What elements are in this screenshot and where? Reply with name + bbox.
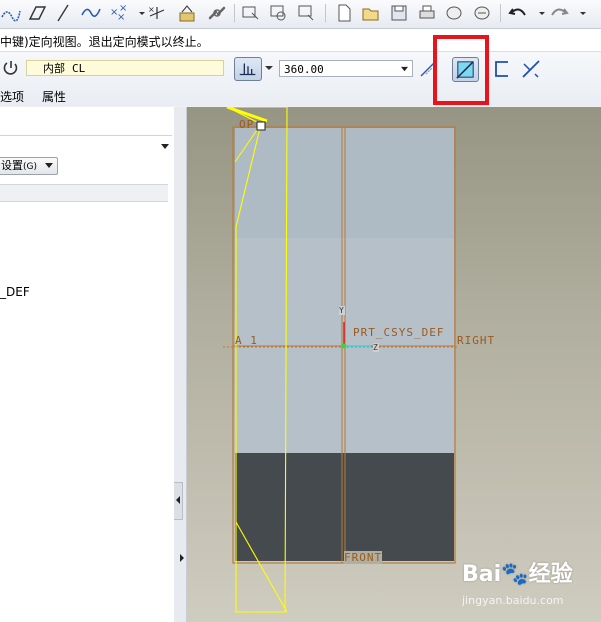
reference-value: CL <box>72 62 86 75</box>
reference-prefix: 内部 <box>43 62 65 75</box>
toolbar-separator <box>325 4 326 22</box>
dashboard: 内部 CL 360.00 选项 属性 <box>0 52 601 106</box>
saved-views-icon[interactable] <box>268 3 290 23</box>
email-link-icon[interactable] <box>471 3 493 23</box>
analysis-feature-icon[interactable] <box>176 3 198 23</box>
csys-label: PRT_CSYS_DEF <box>353 326 445 339</box>
bracket-plane-icon[interactable] <box>493 60 511 78</box>
open-folder-icon[interactable] <box>360 3 382 23</box>
datum-curve-icon[interactable] <box>80 3 102 23</box>
spin-center-icon[interactable] <box>296 3 318 23</box>
angle-type-button[interactable] <box>234 57 262 81</box>
flip-arrows-icon[interactable] <box>520 59 542 79</box>
undo-icon[interactable] <box>507 3 529 23</box>
graphics-viewport[interactable]: OP A_1 PRT_CSYS_DEF RIGHT FRONT Y Z <box>187 107 601 622</box>
datum-axis-icon[interactable] <box>52 3 74 23</box>
watermark-logo-suffix: 经验 <box>528 562 573 587</box>
main-toolbar: × × × × <box>0 0 601 29</box>
angle-value-combo[interactable]: 360.00 <box>279 60 413 77</box>
chain-link-icon[interactable] <box>206 3 228 23</box>
settings-label: 设置 <box>1 159 23 172</box>
tree-header <box>0 184 168 202</box>
front-plane-label: FRONT <box>344 551 383 564</box>
chevron-down-icon[interactable] <box>264 62 274 72</box>
datum-plane-icon[interactable] <box>26 3 48 23</box>
annotation-highlight-box <box>433 35 489 105</box>
paw-icon: 🐾 <box>501 562 529 587</box>
svg-text:×: × <box>148 5 155 14</box>
new-file-icon[interactable] <box>333 3 355 23</box>
chevron-down-icon[interactable] <box>131 3 145 23</box>
status-message: 中键)定向视图。退出定向模式以终止。 <box>0 35 209 49</box>
sketch-datum-icon[interactable] <box>0 3 22 23</box>
model-graphics <box>223 107 457 613</box>
toolbar-separator <box>234 4 235 22</box>
csys-origin <box>341 343 347 349</box>
axis-label: A_1 <box>235 334 258 347</box>
settings-shortcut: (G) <box>23 162 37 172</box>
chevron-down-icon[interactable] <box>572 3 586 23</box>
baidu-watermark-url: jingyan.baidu.com <box>462 594 564 607</box>
csys-z-label: Z <box>373 343 379 352</box>
chevron-down-icon <box>45 163 53 168</box>
save-icon[interactable] <box>388 3 410 23</box>
coordinate-system-icon[interactable]: × <box>146 3 168 23</box>
chevron-down-icon[interactable] <box>531 3 545 23</box>
view-orient-icon[interactable] <box>240 3 262 23</box>
top-plane-label: OP <box>239 118 255 131</box>
angle-value: 360.00 <box>284 63 324 76</box>
tab-properties[interactable]: 属性 <box>42 88 66 105</box>
panel-divider <box>0 135 172 136</box>
message-bar: 中键)定向视图。退出定向模式以终止。 <box>0 29 601 52</box>
email-icon[interactable] <box>443 3 465 23</box>
redo-icon[interactable] <box>548 3 570 23</box>
chevron-down-icon <box>401 66 408 72</box>
chevron-left-icon <box>176 496 180 504</box>
tab-options[interactable]: 选项 <box>0 88 24 105</box>
baidu-watermark-logo: Bai🐾经验 <box>462 556 573 588</box>
svg-text:×: × <box>119 3 127 14</box>
settings-button[interactable]: 设置(G) <box>0 157 58 175</box>
toolbar-separator <box>500 4 501 22</box>
print-icon[interactable] <box>416 3 438 23</box>
datum-point-icon[interactable]: × × × <box>108 3 130 23</box>
rotate-icon[interactable] <box>1 58 21 78</box>
model-tree-panel: 设置(G) _DEF <box>0 107 175 622</box>
csys-y-label: Y <box>339 306 345 315</box>
tree-item-csys[interactable]: _DEF <box>0 285 30 299</box>
chevron-right-icon[interactable] <box>178 552 186 562</box>
right-plane-label: RIGHT <box>457 334 496 347</box>
collapse-handle[interactable] <box>174 482 183 520</box>
panel-splitter[interactable] <box>174 107 187 622</box>
chevron-down-icon[interactable] <box>160 140 170 149</box>
watermark-logo-text: Bai <box>462 562 502 587</box>
drag-handle <box>256 121 266 131</box>
reference-field[interactable]: 内部 CL <box>26 60 224 76</box>
